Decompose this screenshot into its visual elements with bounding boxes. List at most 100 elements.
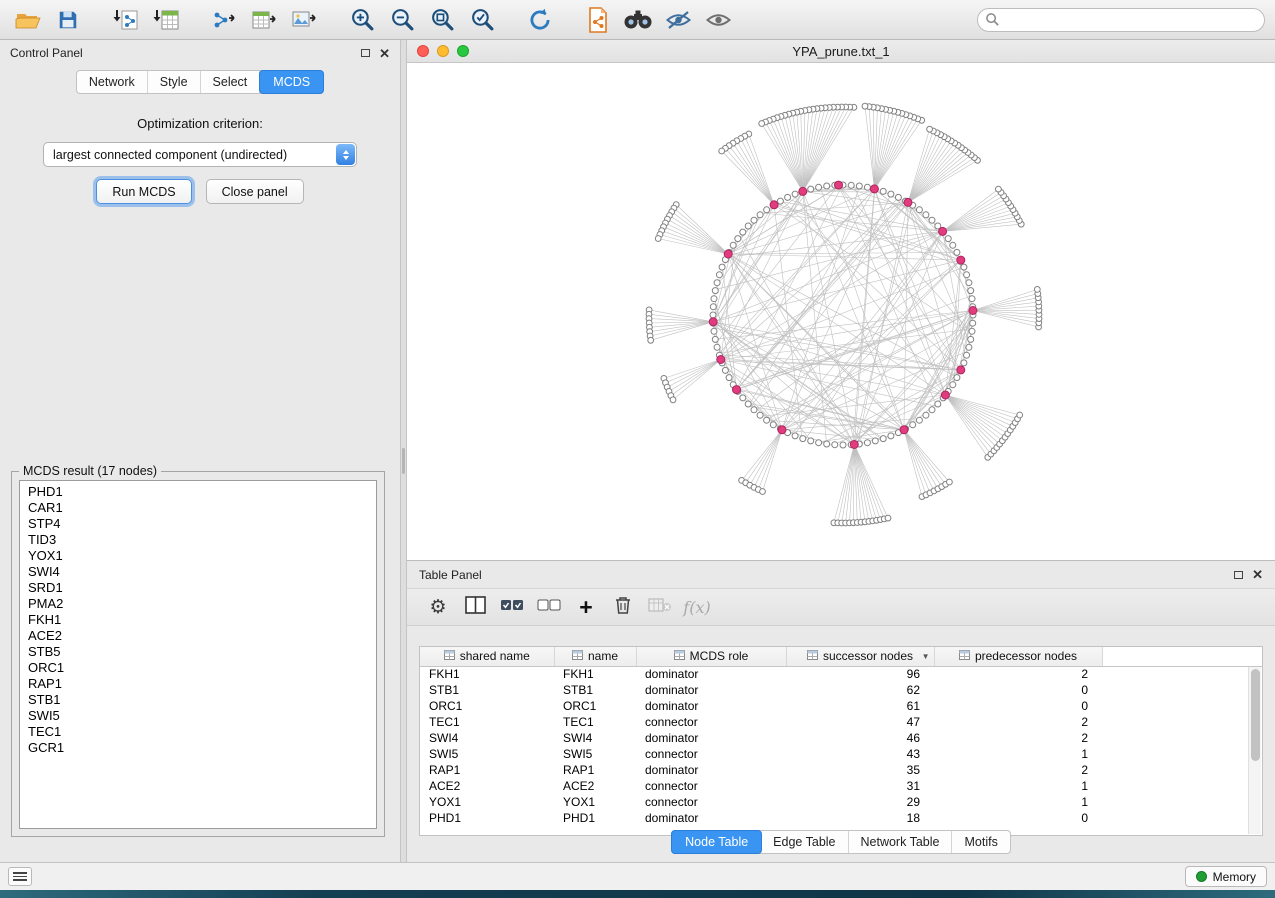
table-row[interactable]: YOX1YOX1connector291 (420, 794, 1262, 810)
mcds-result-item[interactable]: TID3 (28, 532, 368, 548)
import-table-file-button[interactable] (148, 5, 184, 35)
tab-network-table[interactable]: Network Table (849, 831, 953, 853)
column-header-successor-nodes[interactable]: successor nodes▼ (786, 647, 934, 666)
mcds-result-item[interactable]: PHD1 (28, 484, 368, 500)
criterion-value: largest connected component (undirected) (53, 148, 287, 162)
clear-table-button[interactable] (645, 593, 675, 621)
plus-icon: + (579, 596, 592, 619)
splitter-grip[interactable] (402, 448, 405, 474)
run-mcds-button[interactable]: Run MCDS (96, 179, 191, 204)
zoom-selected-button[interactable] (464, 5, 500, 35)
open-folder-button[interactable] (10, 5, 46, 35)
function-icon: f(x) (683, 598, 710, 617)
column-header-name[interactable]: name (554, 647, 636, 666)
table-vertical-scrollbar[interactable] (1248, 667, 1261, 834)
show-all-button[interactable] (700, 5, 736, 35)
tab-edge-table[interactable]: Edge Table (761, 831, 848, 853)
zoom-group (344, 5, 500, 35)
network-canvas[interactable] (407, 63, 1275, 560)
mcds-result-item[interactable]: ACE2 (28, 628, 368, 644)
open-folder-icon (15, 9, 41, 31)
table-row[interactable]: STB1STB1dominator620 (420, 682, 1262, 698)
zoom-selected-icon (470, 7, 495, 32)
scrollbar-thumb[interactable] (1251, 669, 1260, 761)
status-menu-button[interactable] (8, 867, 32, 886)
window-close-icon[interactable] (417, 45, 429, 57)
mcds-result-item[interactable]: STP4 (28, 516, 368, 532)
mcds-result-item[interactable]: YOX1 (28, 548, 368, 564)
float-panel-icon[interactable] (361, 49, 370, 57)
column-header-predecessor-nodes[interactable]: predecessor nodes (934, 647, 1102, 666)
close-panel-icon[interactable]: ✕ (379, 47, 390, 60)
table-row[interactable]: FKH1FKH1dominator962 (420, 666, 1262, 682)
export-table-button[interactable] (246, 5, 282, 35)
toolbar-search (977, 8, 1265, 32)
table-toolbar: ⚙ + f(x) (407, 588, 1275, 626)
column-header-mcds-role[interactable]: MCDS role (636, 647, 786, 666)
tab-network[interactable]: Network (77, 71, 148, 93)
table-row[interactable]: ORC1ORC1dominator610 (420, 698, 1262, 714)
hide-selected-button[interactable] (660, 5, 696, 35)
tab-select[interactable]: Select (201, 71, 261, 93)
mcds-result-item[interactable]: GCR1 (28, 740, 368, 756)
mcds-result-item[interactable]: RAP1 (28, 676, 368, 692)
mcds-result-item[interactable]: SRD1 (28, 580, 368, 596)
window-maximize-icon[interactable] (457, 45, 469, 57)
zoom-in-button[interactable] (344, 5, 380, 35)
search-network-button[interactable] (620, 5, 656, 35)
export-document-button[interactable] (580, 5, 616, 35)
mcds-result-list[interactable]: PHD1CAR1STP4TID3YOX1SWI4SRD1PMA2FKH1ACE2… (19, 480, 377, 829)
mcds-result-item[interactable]: PMA2 (28, 596, 368, 612)
table-row[interactable]: SWI5SWI5connector431 (420, 746, 1262, 762)
table-row[interactable]: TEC1TEC1connector472 (420, 714, 1262, 730)
add-column-button[interactable]: + (571, 593, 601, 621)
mcds-result-item[interactable]: SWI5 (28, 708, 368, 724)
select-all-button[interactable] (497, 593, 527, 621)
column-header-shared-name[interactable]: shared name (420, 647, 554, 666)
close-table-panel-icon[interactable]: ✕ (1252, 568, 1263, 581)
close-panel-button[interactable]: Close panel (206, 179, 304, 204)
table-row[interactable]: ACE2ACE2connector311 (420, 778, 1262, 794)
tab-motifs[interactable]: Motifs (952, 831, 1009, 853)
zoom-fit-button[interactable] (424, 5, 460, 35)
mcds-result-item[interactable]: STB5 (28, 644, 368, 660)
panel-splitter[interactable] (400, 40, 407, 862)
network-view-title: YPA_prune.txt_1 (792, 44, 889, 59)
eye-icon (705, 9, 732, 31)
save-icon (57, 9, 79, 31)
export-image-button[interactable] (286, 5, 322, 35)
window-minimize-icon[interactable] (437, 45, 449, 57)
network-window-titlebar[interactable]: YPA_prune.txt_1 (407, 40, 1275, 63)
save-button[interactable] (50, 5, 86, 35)
mcds-result-item[interactable]: FKH1 (28, 612, 368, 628)
mcds-result-item[interactable]: ORC1 (28, 660, 368, 676)
table-settings-button[interactable]: ⚙ (423, 593, 453, 621)
show-columns-button[interactable] (460, 593, 490, 621)
search-input[interactable] (977, 8, 1265, 32)
zoom-out-button[interactable] (384, 5, 420, 35)
apply-layout-button[interactable] (522, 5, 558, 35)
control-panel-title: Control Panel (10, 46, 83, 60)
sort-descending-icon[interactable]: ▼ (922, 652, 930, 661)
mcds-result-item[interactable]: STB1 (28, 692, 368, 708)
memory-button[interactable]: Memory (1185, 866, 1267, 887)
select-all-icon (500, 597, 524, 618)
function-builder-button[interactable]: f(x) (682, 593, 712, 621)
control-panel-tabs: Network Style Select MCDS (0, 70, 400, 94)
eye-slash-icon (665, 9, 692, 31)
tab-mcds[interactable]: MCDS (259, 70, 324, 94)
tab-node-table[interactable]: Node Table (671, 830, 762, 854)
export-network-button[interactable] (206, 5, 242, 35)
deselect-all-button[interactable] (534, 593, 564, 621)
criterion-dropdown[interactable]: largest connected component (undirected) (43, 142, 357, 167)
mcds-result-item[interactable]: CAR1 (28, 500, 368, 516)
mcds-result-item[interactable]: SWI4 (28, 564, 368, 580)
tab-style[interactable]: Style (148, 71, 201, 93)
table-row[interactable]: SWI4SWI4dominator462 (420, 730, 1262, 746)
float-table-panel-icon[interactable] (1234, 571, 1243, 579)
import-network-file-button[interactable] (108, 5, 144, 35)
mcds-result-item[interactable]: TEC1 (28, 724, 368, 740)
table-row[interactable]: PHD1PHD1dominator180 (420, 810, 1262, 826)
table-row[interactable]: RAP1RAP1dominator352 (420, 762, 1262, 778)
delete-column-button[interactable] (608, 593, 638, 621)
